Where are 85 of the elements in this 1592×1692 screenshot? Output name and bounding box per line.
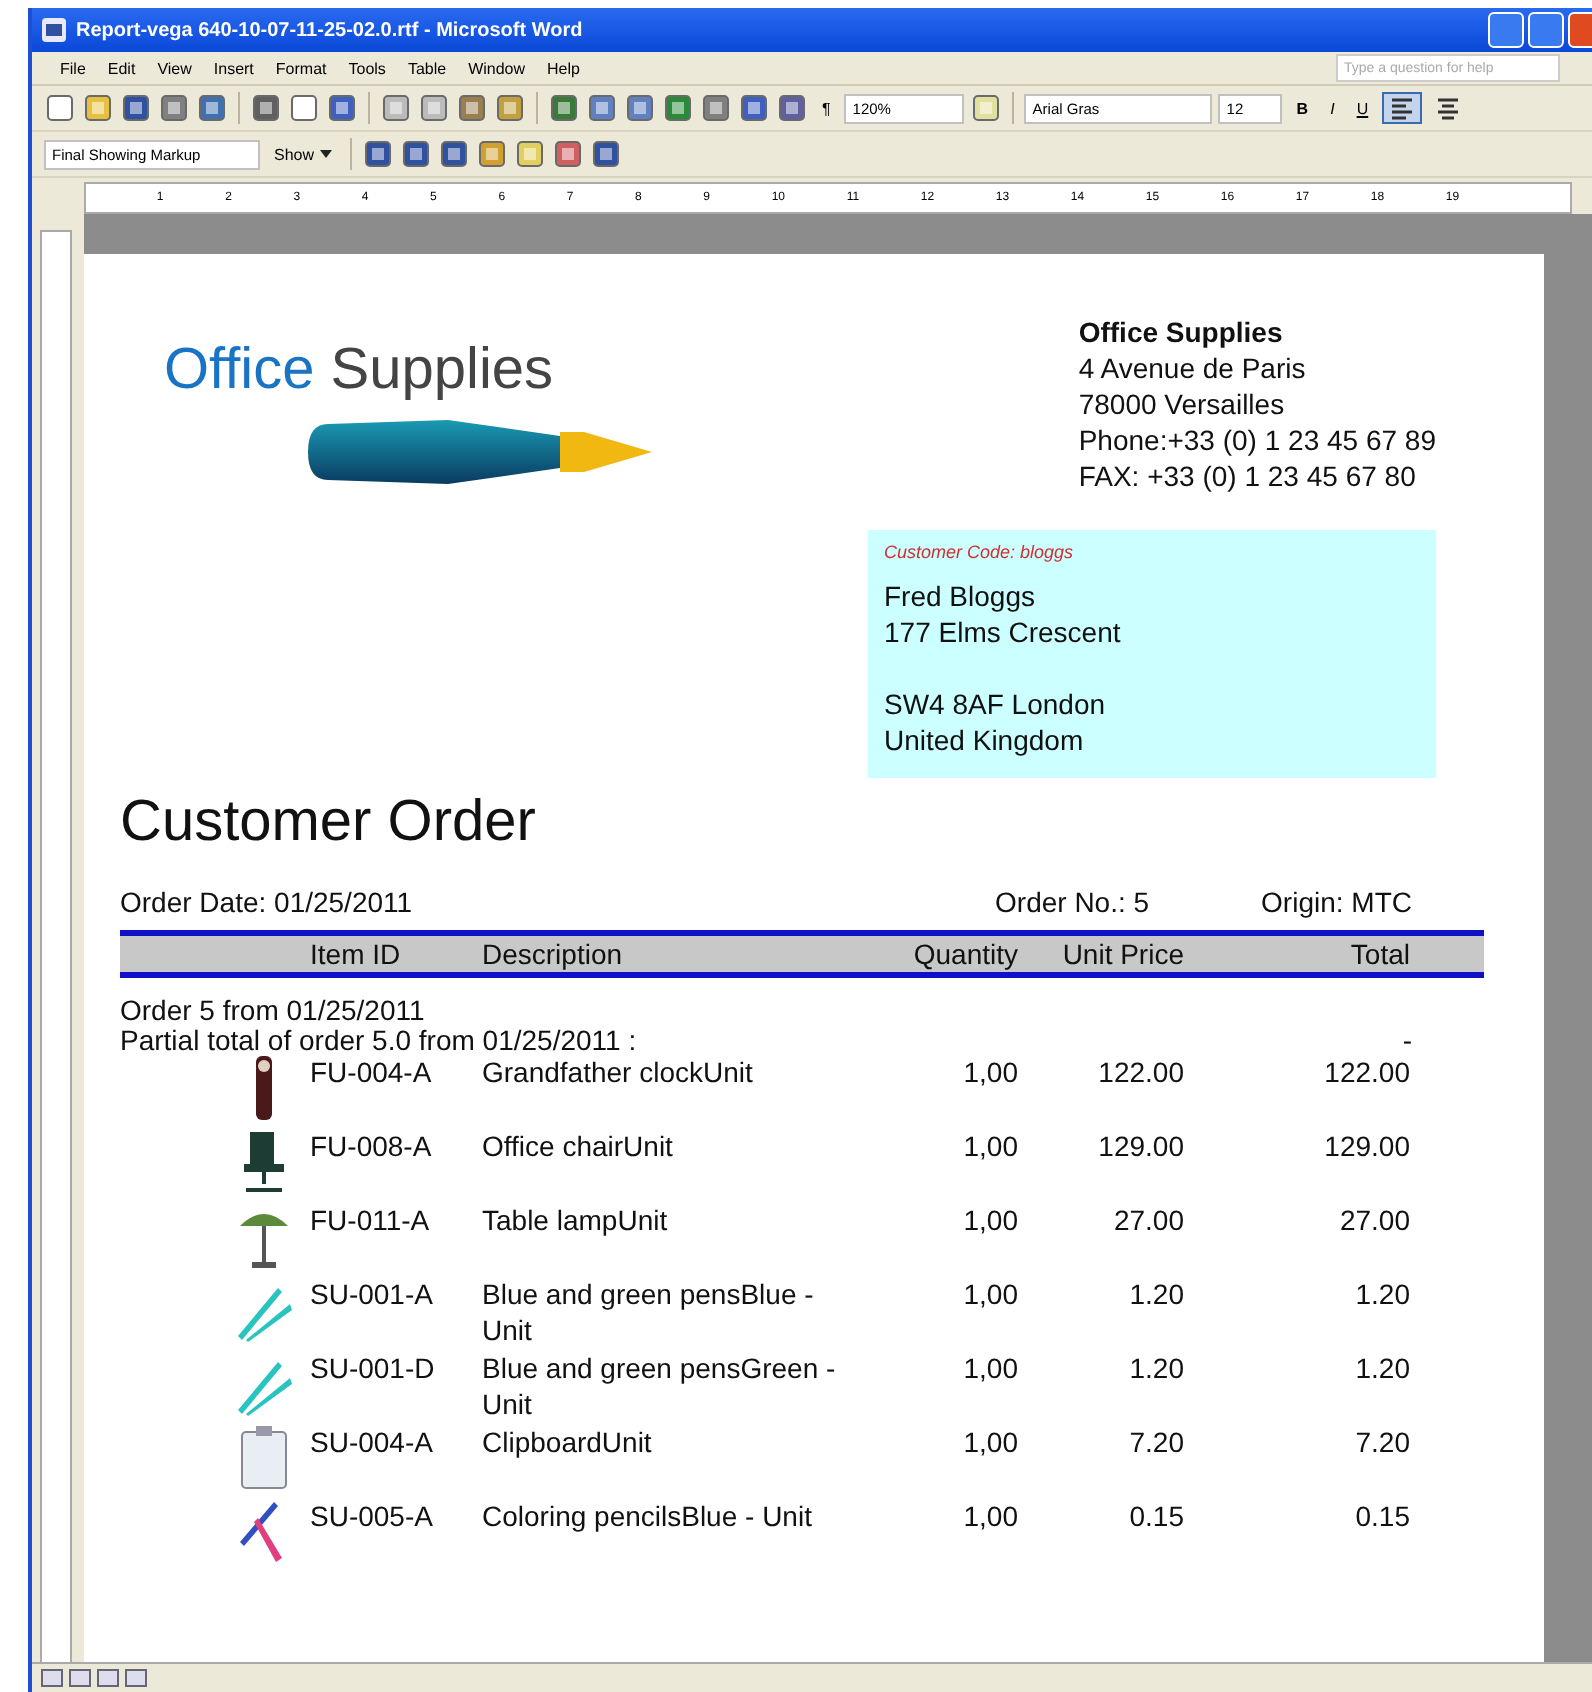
table-cell-text: 1,00 (961, 1202, 1018, 1240)
table-cell-text: SU-004-A (310, 1424, 435, 1462)
column-header: Description (482, 936, 625, 972)
table-cell-text: SU-005-A (310, 1498, 435, 1536)
table-cell-text: 1,00 (961, 1498, 1018, 1536)
address-line: 78000 Versailles (1078, 386, 1287, 422)
address-line: FAX: +33 (0) 1 23 45 67 80 (1078, 458, 1418, 494)
clock-picture (254, 1054, 274, 1122)
partial-total-value: - (1402, 1026, 1412, 1054)
address-line: 4 Avenue de Paris (1078, 350, 1308, 386)
group-title: Order 5 from 01/25/2011 (120, 994, 427, 1026)
table-cell-text: 1,00 (961, 1350, 1018, 1388)
table-cell-text: 122.00 (1096, 1054, 1184, 1092)
menu-item[interactable]: View (157, 59, 192, 77)
align-button[interactable] (1382, 92, 1423, 124)
table-cell-text: 27.00 (1111, 1202, 1184, 1240)
table-cell-text: FU-011-A (310, 1202, 432, 1240)
table-cell-text: 1,00 (961, 1128, 1018, 1166)
table-cell-text: 0.15 (1353, 1498, 1410, 1536)
address-line: Phone:+33 (0) 1 23 45 67 89 (1078, 422, 1436, 458)
word-document-icon (40, 16, 68, 44)
table-cell-text: Blue and green pensBlue - Unit (482, 1276, 816, 1350)
caret-icon (320, 150, 333, 158)
table-cell-text: SU-001-D (310, 1350, 437, 1388)
center-icon (1436, 96, 1461, 120)
text-style-button[interactable]: I (1322, 95, 1343, 121)
table-cell-text: 1.20 (1127, 1276, 1184, 1314)
table-cell-text: SU-001-A (310, 1276, 435, 1314)
table-cell-text: 27.00 (1337, 1202, 1410, 1240)
table-cell-text: 1,00 (961, 1276, 1018, 1314)
menu-item[interactable]: Tools (348, 59, 386, 77)
table-cell-text: 7.20 (1353, 1424, 1410, 1462)
order-date: Order Date: 01/25/2011 (120, 886, 413, 918)
column-header: Item ID (310, 936, 403, 972)
table-cell-text: Office chairUnit (482, 1128, 675, 1166)
table-cell-text: Blue and green pensGreen - Unit (482, 1350, 838, 1424)
align-left-icon (1390, 96, 1415, 120)
menu-item[interactable]: Help (547, 59, 580, 77)
table-cell-text: 1.20 (1353, 1350, 1410, 1388)
menu-item[interactable]: Format (275, 59, 327, 77)
order-origin: Origin: MTC (1261, 886, 1412, 918)
text-style-button[interactable]: B (1288, 95, 1317, 121)
table-cell-text: 122.00 (1322, 1054, 1410, 1092)
address-line: United Kingdom (884, 722, 1086, 758)
table-cell-text: 1.20 (1353, 1276, 1410, 1314)
table-cell-text: Grandfather clockUnit (482, 1054, 755, 1092)
text-style-button[interactable]: U (1348, 95, 1377, 121)
table-cell-text: 129.00 (1322, 1128, 1410, 1166)
maximize-button[interactable] (1528, 12, 1564, 48)
column-header: Total (1348, 936, 1410, 972)
column-header: Quantity (911, 936, 1018, 972)
show-formatting-button[interactable]: ¶ (814, 95, 839, 121)
menu-item[interactable]: File (60, 59, 86, 77)
address-line: SW4 8AF London (884, 686, 1108, 722)
table-cell-text: 1,00 (961, 1054, 1018, 1092)
table-cell-text: FU-004-A (310, 1054, 434, 1092)
table-cell-text: 7.20 (1127, 1424, 1184, 1462)
minimize-button[interactable] (1488, 12, 1524, 48)
menu-item[interactable]: Window (468, 59, 526, 77)
company-name: Office Supplies (1078, 314, 1285, 350)
table-cell-text: Coloring pencilsBlue - Unit (482, 1498, 814, 1536)
menu-item[interactable]: Table (407, 59, 447, 77)
logo-text: Office Supplies (164, 338, 556, 404)
order-number: Order No.: 5 (995, 886, 1150, 918)
partial-total-label: Partial total of order 5.0 from 01/25/2011 : (120, 1026, 637, 1054)
address-line: Fred Bloggs (884, 578, 1037, 614)
document-heading: Customer Order (120, 788, 538, 858)
table-cell-text: 1.20 (1127, 1350, 1184, 1388)
normal-view-icon[interactable] (40, 1668, 64, 1688)
outline-view-icon[interactable] (124, 1668, 148, 1688)
window-title: Report-vega 640-10-07-11-25-02.0.rtf - Microsoft Word (76, 19, 585, 41)
menu-item[interactable]: Edit (107, 59, 136, 77)
table-cell-text: Table lampUnit (482, 1202, 670, 1240)
table-cell-text: ClipboardUnit (482, 1424, 654, 1462)
address-line: 177 Elms Crescent (884, 614, 1123, 650)
customer-code: Customer Code: bloggs (884, 542, 1076, 562)
menu-item[interactable]: Insert (213, 59, 254, 77)
table-cell-text: FU-008-A (310, 1128, 434, 1166)
column-header: Unit Price (1060, 936, 1184, 972)
print-layout-icon[interactable] (96, 1668, 120, 1688)
table-cell-text: 1,00 (961, 1424, 1018, 1462)
table-cell-text: 0.15 (1127, 1498, 1184, 1536)
web-layout-icon[interactable] (68, 1668, 92, 1688)
table-cell-text: 129.00 (1096, 1128, 1184, 1166)
show-menu-button[interactable]: Show (266, 141, 341, 167)
